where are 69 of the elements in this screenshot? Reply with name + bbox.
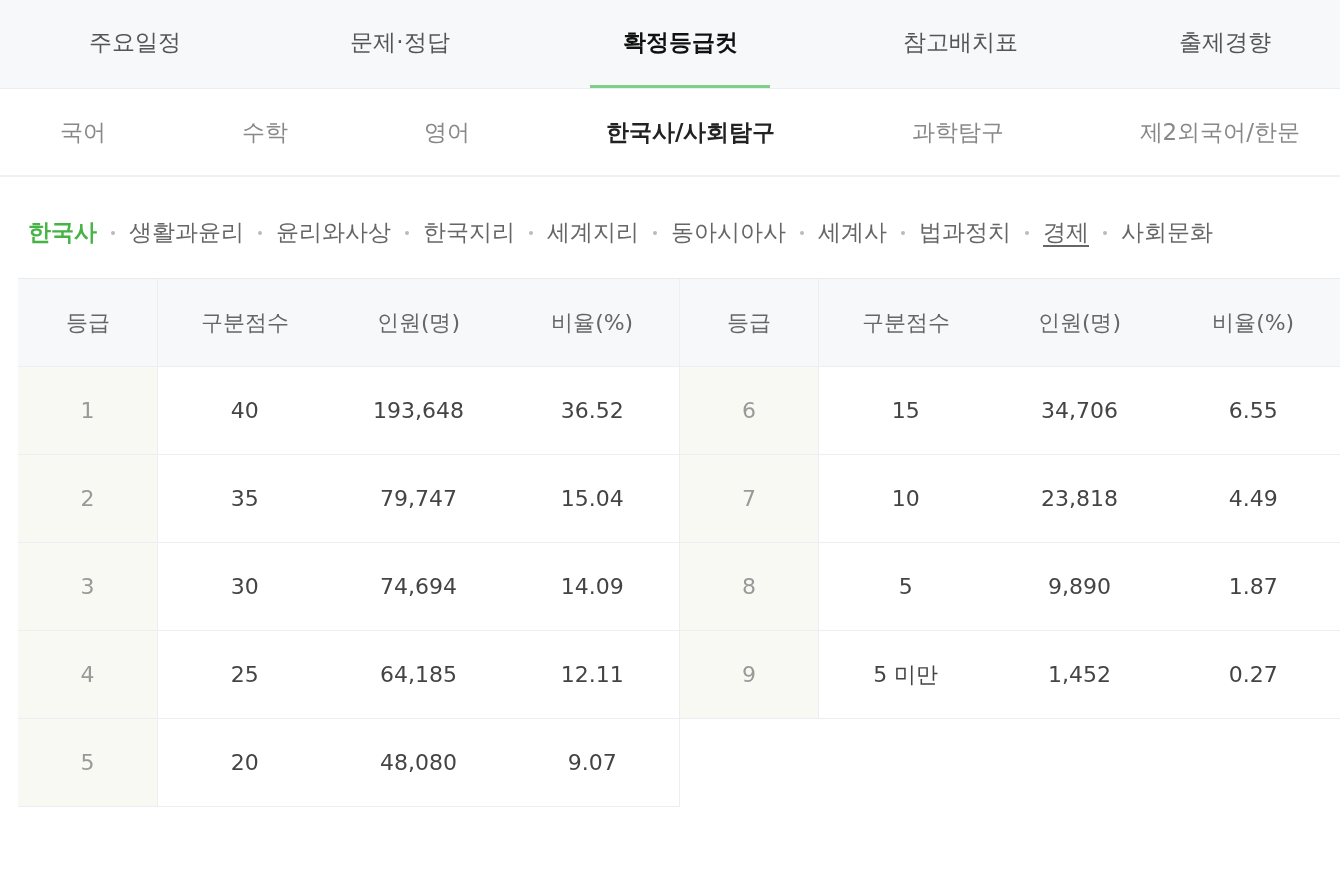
column-header: 구분점수: [158, 279, 332, 367]
table-cell: 23,818: [992, 455, 1167, 543]
separator-dot: [405, 230, 409, 235]
separator-dot: [529, 230, 533, 235]
separator-dot: [1103, 230, 1107, 235]
subject-link[interactable]: 법과정치: [919, 217, 1011, 248]
subject-link[interactable]: 생활과윤리: [129, 217, 244, 248]
table-cell: 48,080: [331, 719, 506, 807]
separator-dot: [111, 230, 115, 235]
table-cell: 20: [158, 719, 332, 807]
table-cell: 5: [18, 719, 158, 807]
subject-group-tab[interactable]: 과학탐구: [911, 89, 1004, 175]
main-tab[interactable]: 주요일정: [60, 0, 210, 88]
table-cell: 7: [679, 455, 819, 543]
subject-group-tab[interactable]: 수학: [242, 89, 289, 175]
subject-link[interactable]: 윤리와사상: [276, 217, 391, 248]
separator-dot: [653, 230, 657, 235]
table-cell: 193,648: [331, 367, 506, 455]
column-header: 비율(%): [505, 279, 679, 367]
separator-dot: [901, 230, 905, 235]
table-cell: 3: [18, 543, 158, 631]
table-cell: 1: [18, 367, 158, 455]
table-cell: 8: [679, 543, 819, 631]
subject-link[interactable]: 세계사: [818, 217, 887, 248]
main-tab[interactable]: 출제경향: [1150, 0, 1300, 88]
subject-group-tab[interactable]: 국어: [60, 89, 106, 175]
subject-link[interactable]: 한국지리: [423, 217, 515, 248]
table-cell: 79,747: [331, 455, 506, 543]
column-header: 비율(%): [1166, 279, 1340, 367]
subject-link[interactable]: 세계지리: [547, 217, 639, 248]
column-header: 등급: [18, 279, 158, 367]
column-header: 등급: [679, 279, 819, 367]
subject-group-tab[interactable]: 제2외국어/한문: [1139, 89, 1300, 175]
table-cell: 9.07: [505, 719, 679, 807]
column-header: 구분점수: [819, 279, 993, 367]
table-cell: 1.87: [1166, 543, 1340, 631]
table-cell: 2: [18, 455, 158, 543]
table-cell: 74,694: [331, 543, 506, 631]
table-cell: 25: [158, 631, 332, 719]
table-cell: 1,452: [992, 631, 1167, 719]
subject-link[interactable]: 경제: [1043, 217, 1089, 248]
separator-dot: [1025, 230, 1029, 235]
table-cell: 30: [158, 543, 332, 631]
subject-link[interactable]: 사회문화: [1121, 217, 1213, 248]
table-cell: 4: [18, 631, 158, 719]
table-cell: 6.55: [1166, 367, 1340, 455]
table-cell: 9,890: [992, 543, 1167, 631]
table-cell: 5 미만: [819, 631, 993, 719]
table-cell: 5: [819, 543, 993, 631]
subject-group-tab[interactable]: 영어: [424, 89, 471, 175]
table-cell: 4.49: [1166, 455, 1340, 543]
table-cell: 35: [158, 455, 332, 543]
table-cell: 15: [819, 367, 993, 455]
subject-link[interactable]: 동아시아사: [671, 217, 786, 248]
table-cell: 6: [679, 367, 819, 455]
table-cell: 10: [819, 455, 993, 543]
table-cell: 0.27: [1166, 631, 1340, 719]
subject-group-tab[interactable]: 한국사/사회탐구: [606, 89, 776, 175]
main-tab[interactable]: 확정등급컷: [590, 0, 770, 88]
table-cell: 9: [679, 631, 819, 719]
separator-dot: [258, 230, 262, 235]
main-tab[interactable]: 문제·정답: [325, 0, 475, 88]
main-tab[interactable]: 참고배치표: [885, 0, 1035, 88]
column-header: 인원(명): [331, 279, 506, 367]
table-cell: 40: [158, 367, 332, 455]
table-cell: 64,185: [331, 631, 506, 719]
table-cell: 34,706: [992, 367, 1167, 455]
column-header: 인원(명): [992, 279, 1167, 367]
separator-dot: [800, 230, 804, 235]
